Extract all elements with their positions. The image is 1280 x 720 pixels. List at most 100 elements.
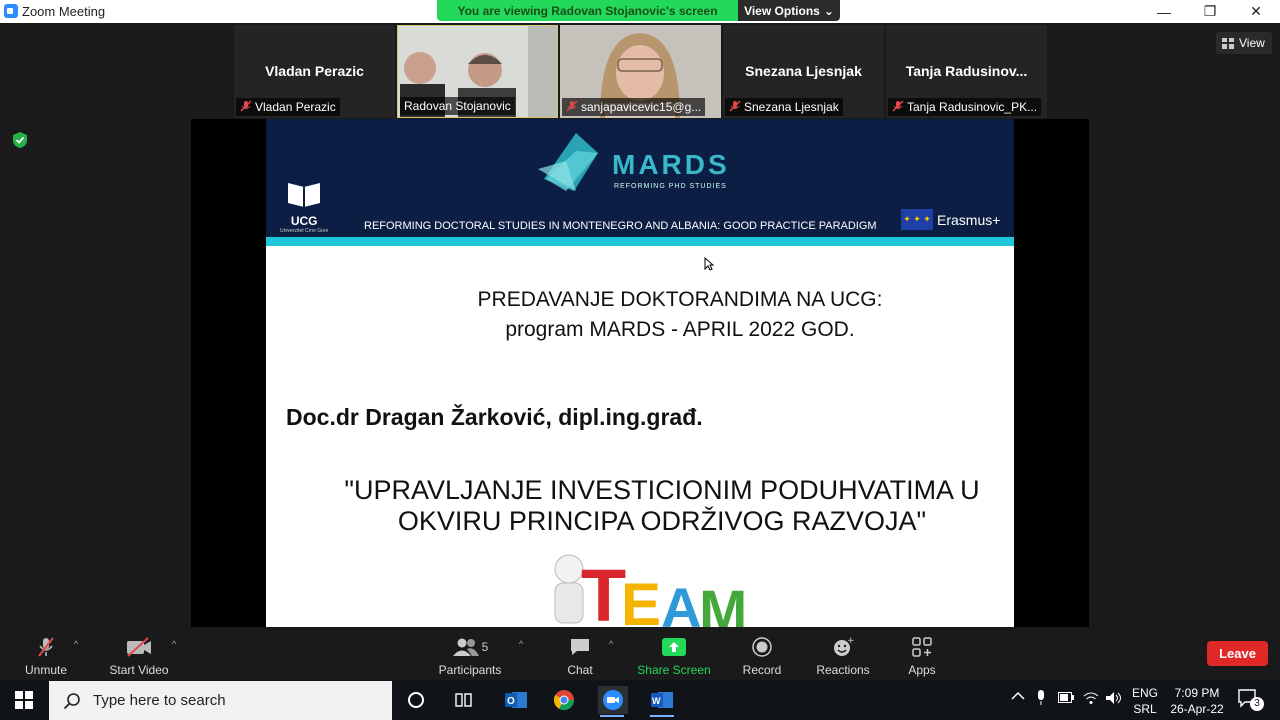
- taskbar-clock[interactable]: 7:09 PM 26-Apr-22: [1168, 685, 1226, 717]
- reactions-button[interactable]: + Reactions: [814, 632, 872, 677]
- participant-label: sanjapavicevic15@g...: [562, 98, 706, 116]
- participant-label: Snezana Ljesnjak: [725, 98, 843, 116]
- participants-button[interactable]: 5 Participants: [436, 632, 504, 677]
- wifi-icon[interactable]: [1083, 691, 1099, 708]
- start-video-button[interactable]: Start Video: [106, 632, 172, 677]
- ucg-logo: UCG Univerzitet Crne Gore: [280, 181, 328, 234]
- outlook-icon[interactable]: O: [502, 686, 530, 714]
- team-letter: E: [621, 571, 661, 627]
- video-off-icon: [126, 635, 152, 659]
- record-icon: [749, 635, 775, 659]
- share-screen-label: Share Screen: [637, 663, 711, 677]
- svg-text:+: +: [847, 636, 854, 646]
- slide-author: Doc.dr Dragan Žarković, dipl.ing.građ.: [286, 404, 703, 430]
- record-label: Record: [742, 663, 782, 677]
- language-secondary: SRL: [1133, 702, 1157, 716]
- viewing-banner: You are viewing Radovan Stojanovic's scr…: [437, 0, 840, 21]
- language-indicator[interactable]: ENG SRL: [1132, 685, 1158, 717]
- view-label: View: [1239, 36, 1265, 50]
- taskbar-search-box[interactable]: Type here to search: [49, 681, 392, 720]
- erasmus-text: Erasmus+: [937, 211, 1001, 228]
- participant-tile[interactable]: sanjapavicevic15@g...: [560, 25, 721, 118]
- start-video-label: Start Video: [109, 663, 169, 677]
- task-view-icon[interactable]: [450, 686, 478, 714]
- slide-title-line1: PREDAVANJE DOKTORANDIMA NA UCG:: [477, 288, 883, 311]
- audio-options-caret[interactable]: ^: [74, 639, 78, 649]
- tray-overflow-chevron-icon[interactable]: [1011, 690, 1025, 704]
- ucg-text: UCG: [290, 214, 318, 228]
- volume-icon[interactable]: [1105, 691, 1123, 708]
- minimize-button[interactable]: —: [1141, 0, 1187, 23]
- unmute-label: Unmute: [24, 663, 68, 677]
- participant-tile[interactable]: Snezana Ljesnjak Snezana Ljesnjak: [723, 25, 884, 118]
- participant-tile-active-speaker[interactable]: Radovan Stojanovic: [397, 25, 558, 118]
- chat-label: Chat: [567, 663, 593, 677]
- battery-icon[interactable]: [1058, 692, 1074, 706]
- participant-big-name: Vladan Perazic: [265, 63, 364, 79]
- apps-icon: [909, 635, 935, 659]
- chat-button[interactable]: Chat: [562, 632, 598, 677]
- participant-big-name: Snezana Ljesnjak: [745, 63, 862, 79]
- chrome-icon[interactable]: [550, 686, 578, 714]
- chat-options-caret[interactable]: ^: [609, 639, 613, 649]
- share-screen-button[interactable]: Share Screen: [636, 632, 712, 677]
- reactions-label: Reactions: [816, 663, 870, 677]
- windows-start-icon[interactable]: [10, 686, 38, 714]
- mic-off-icon: [33, 635, 59, 659]
- slide-header-text: REFORMING DOCTORAL STUDIES IN MONTENEGRO…: [364, 220, 877, 232]
- team-letter: M: [699, 579, 747, 627]
- mic-muted-icon: [240, 99, 252, 115]
- apps-label: Apps: [908, 663, 936, 677]
- participant-label: Vladan Perazic: [236, 98, 340, 116]
- chevron-down-icon: ⌄: [823, 3, 834, 18]
- unmute-button[interactable]: Unmute: [20, 632, 72, 677]
- mic-muted-icon: [892, 99, 904, 115]
- presentation-slide: MARDS REFORMING PHD STUDIES UCG Univerzi…: [266, 119, 1014, 627]
- zoom-taskbar-icon[interactable]: [598, 686, 628, 717]
- svg-text:W: W: [652, 696, 661, 706]
- slide-topic-line1: "UPRAVLJANJE INVESTICIONIM PODUHVATIMA U: [344, 475, 980, 505]
- mic-muted-icon: [566, 99, 578, 115]
- microphone-tray-icon[interactable]: [1036, 690, 1046, 709]
- window-title: Zoom Meeting: [22, 4, 106, 19]
- view-options-label: View Options: [744, 3, 820, 18]
- chat-icon: [567, 635, 593, 659]
- ucg-book-icon: [288, 183, 321, 207]
- svg-text:O: O: [507, 696, 515, 707]
- team-illustration: T E A M: [554, 554, 747, 627]
- eu-flag-icon: ✦ ✦ ✦: [901, 209, 933, 230]
- record-button[interactable]: Record: [740, 632, 784, 677]
- search-placeholder: Type here to search: [93, 692, 226, 709]
- share-screen-icon: [661, 635, 687, 659]
- participant-name: Radovan Stojanovic: [404, 99, 511, 113]
- view-options-button[interactable]: View Options ⌄: [738, 0, 840, 21]
- restore-button[interactable]: ❐: [1187, 0, 1233, 23]
- participant-big-name: Tanja Radusinov...: [905, 63, 1028, 79]
- mards-logo-subtitle: REFORMING PHD STUDIES: [614, 183, 727, 190]
- participants-label: Participants: [438, 663, 502, 677]
- language-primary: ENG: [1132, 686, 1159, 700]
- participant-name: sanjapavicevic15@g...: [581, 100, 702, 114]
- video-strip: Vladan Perazic Vladan Perazic Radovan St…: [0, 23, 1280, 119]
- grid-icon: [1222, 37, 1234, 49]
- clock-time: 7:09 PM: [1174, 686, 1220, 700]
- participant-tile[interactable]: Vladan Perazic Vladan Perazic: [234, 25, 395, 118]
- team-letter: A: [661, 576, 701, 627]
- leave-button[interactable]: Leave: [1207, 641, 1268, 666]
- mouse-cursor-icon: [704, 257, 714, 271]
- shield-icon[interactable]: [12, 131, 28, 149]
- active-app-indicator: [600, 715, 624, 717]
- ucg-subtext: Univerzitet Crne Gore: [280, 228, 329, 234]
- notifications-icon[interactable]: 3: [1238, 689, 1264, 712]
- participants-options-caret[interactable]: ^: [519, 639, 523, 649]
- word-icon[interactable]: W: [648, 686, 676, 717]
- close-button[interactable]: ✕: [1233, 0, 1279, 23]
- participant-tile[interactable]: Tanja Radusinov... Tanja Radusinovic_PK.…: [886, 25, 1047, 118]
- view-layout-button[interactable]: View: [1216, 32, 1272, 54]
- smiley-icon: +: [830, 635, 856, 659]
- clock-date: 26-Apr-22: [1170, 702, 1224, 716]
- viewing-status-text: You are viewing Radovan Stojanovic's scr…: [437, 0, 738, 21]
- apps-button[interactable]: Apps: [904, 632, 940, 677]
- video-options-caret[interactable]: ^: [172, 639, 176, 649]
- cortana-icon[interactable]: [402, 686, 430, 714]
